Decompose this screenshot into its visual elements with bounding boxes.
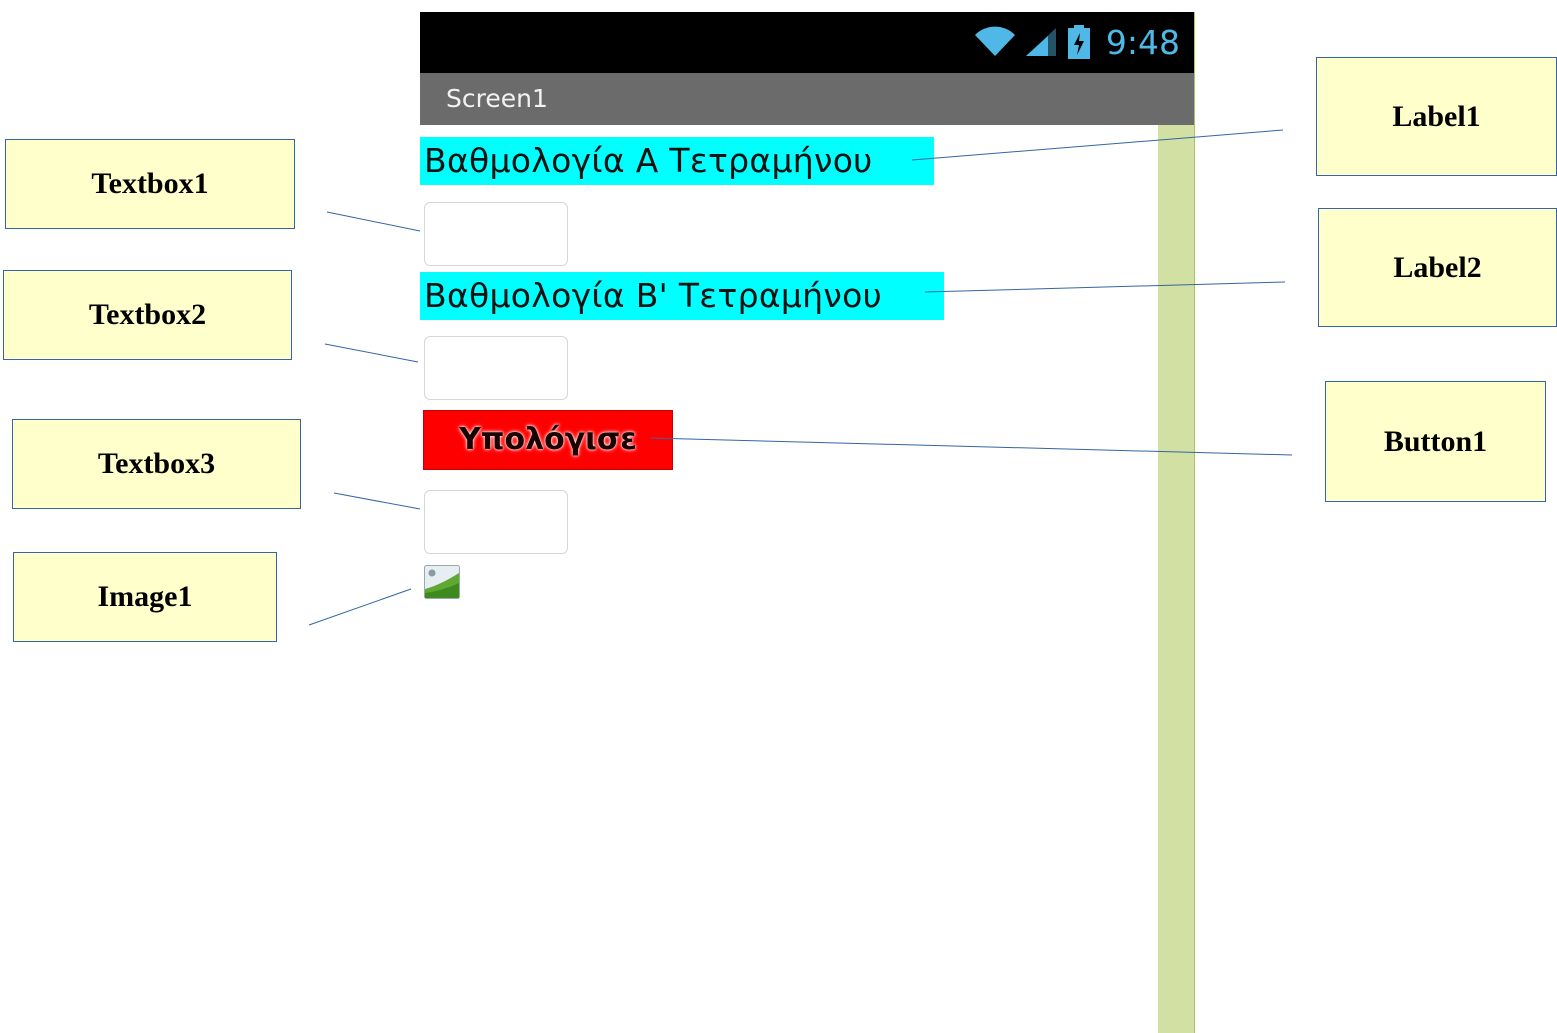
clock: 9:48 — [1105, 22, 1180, 62]
callout-label2: Label2 — [1318, 208, 1557, 327]
textbox3-input[interactable] — [424, 490, 568, 554]
image-placeholder-icon — [424, 565, 460, 599]
textbox1-input[interactable] — [424, 202, 568, 266]
textbox2-input[interactable] — [424, 336, 568, 400]
callout-textbox3: Textbox3 — [12, 419, 301, 509]
status-icons: 9:48 — [974, 20, 1180, 64]
connector-textbox3 — [333, 492, 421, 510]
wifi-icon — [974, 26, 1015, 56]
callout-image1: Image1 — [13, 552, 277, 642]
callout-textbox1: Textbox1 — [5, 139, 295, 229]
connector-textbox2 — [324, 343, 419, 363]
callout-textbox2: Textbox2 — [3, 270, 292, 360]
cell-signal-icon — [1025, 28, 1056, 56]
connector-textbox1 — [326, 211, 421, 232]
battery-charging-icon — [1067, 25, 1090, 59]
status-bar: 9:48 — [420, 12, 1194, 73]
calculate-button[interactable]: Υπολόγισε — [423, 410, 673, 470]
title-bar: Screen1 — [420, 73, 1194, 125]
side-strip — [1158, 125, 1194, 1033]
callout-button1: Button1 — [1325, 381, 1546, 502]
callout-label1: Label1 — [1316, 57, 1557, 176]
label2: Βαθμολογία Β' Τετραμήνου — [420, 272, 944, 320]
label1: Βαθμολογία Α Τετραμήνου — [420, 137, 934, 185]
connector-image1 — [308, 588, 412, 626]
phone-screen: 9:48 Screen1 Βαθμολογία Α Τετραμήνου Βαθ… — [420, 12, 1195, 1033]
screen-title: Screen1 — [446, 84, 548, 113]
